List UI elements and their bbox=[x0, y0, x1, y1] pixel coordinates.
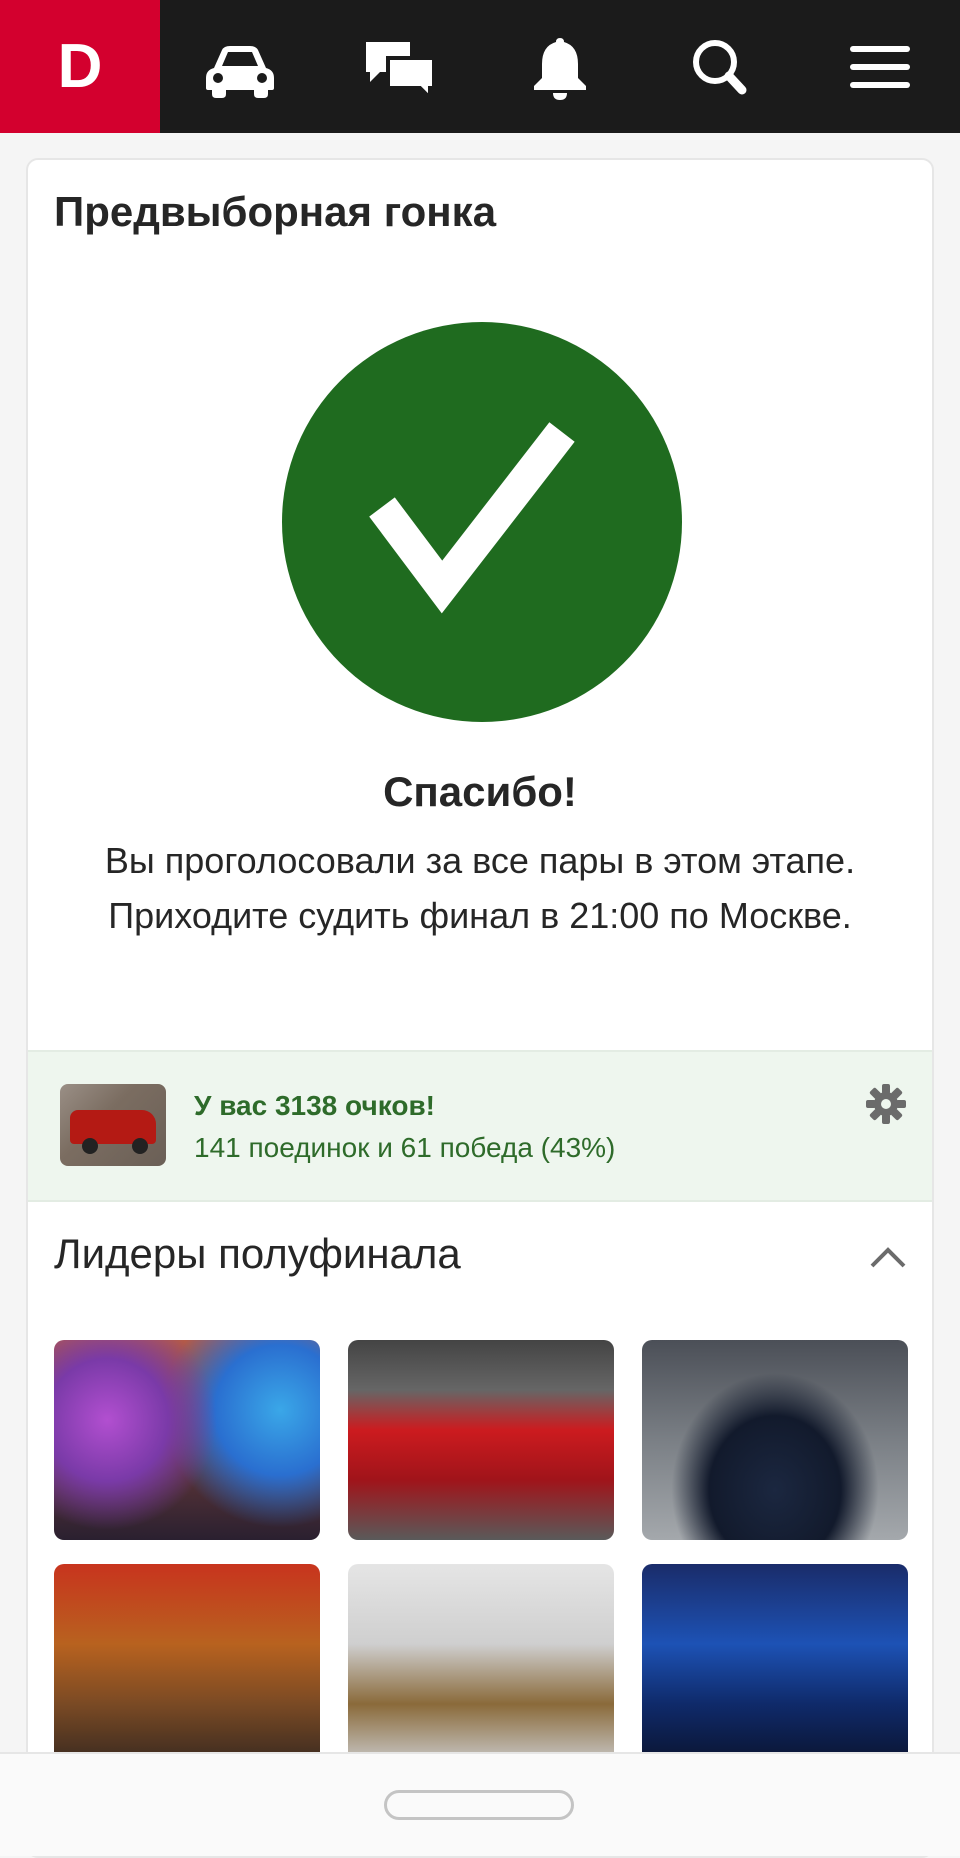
score-points: У вас 3138 очков! bbox=[194, 1090, 435, 1121]
messages-nav-button[interactable] bbox=[320, 0, 480, 133]
chevron-up-icon[interactable] bbox=[866, 1236, 910, 1280]
leader-photo-4[interactable] bbox=[54, 1564, 320, 1764]
menu-icon bbox=[850, 45, 910, 88]
garage-nav-button[interactable] bbox=[160, 0, 320, 133]
top-navigation-bar: D bbox=[0, 0, 960, 133]
chat-icon bbox=[366, 41, 436, 102]
bell-icon bbox=[534, 37, 586, 100]
user-car-avatar[interactable] bbox=[60, 1084, 166, 1166]
logo-text: D bbox=[57, 32, 103, 101]
check-circle-icon bbox=[282, 322, 682, 722]
car-icon bbox=[206, 45, 274, 98]
final-invite-message: Приходите судить финал в 21:00 по Москве… bbox=[108, 895, 852, 936]
leader-photo-5[interactable] bbox=[348, 1564, 614, 1764]
wheel-shape bbox=[132, 1138, 148, 1154]
search-icon bbox=[693, 39, 747, 94]
wheel-shape bbox=[82, 1138, 98, 1154]
notifications-nav-button[interactable] bbox=[480, 0, 640, 133]
leader-photo-2[interactable] bbox=[348, 1340, 614, 1540]
home-indicator[interactable] bbox=[384, 1790, 574, 1820]
leader-photo-6[interactable] bbox=[642, 1564, 908, 1764]
gear-icon[interactable] bbox=[864, 1082, 908, 1126]
system-navigation-bar bbox=[0, 1752, 960, 1856]
score-stats: 141 поединок и 61 победа (43%) bbox=[194, 1132, 616, 1163]
thanks-heading: Спасибо! bbox=[383, 768, 577, 815]
score-panel: У вас 3138 очков! 141 поединок и 61 побе… bbox=[28, 1050, 932, 1202]
leaders-title: Лидеры полуфинала bbox=[54, 1230, 461, 1277]
card-title: Предвыборная гонка bbox=[54, 188, 497, 235]
voted-message: Вы проголосовали за все пары в этом этап… bbox=[104, 840, 856, 881]
search-nav-button[interactable] bbox=[640, 0, 800, 133]
site-logo[interactable]: D bbox=[0, 0, 160, 133]
menu-nav-button[interactable] bbox=[800, 0, 960, 133]
leader-photo-3[interactable] bbox=[642, 1340, 908, 1540]
voting-card: Предвыборная гонка Спасибо! Вы проголосо… bbox=[26, 158, 934, 1858]
leader-photo-1[interactable] bbox=[54, 1340, 320, 1540]
